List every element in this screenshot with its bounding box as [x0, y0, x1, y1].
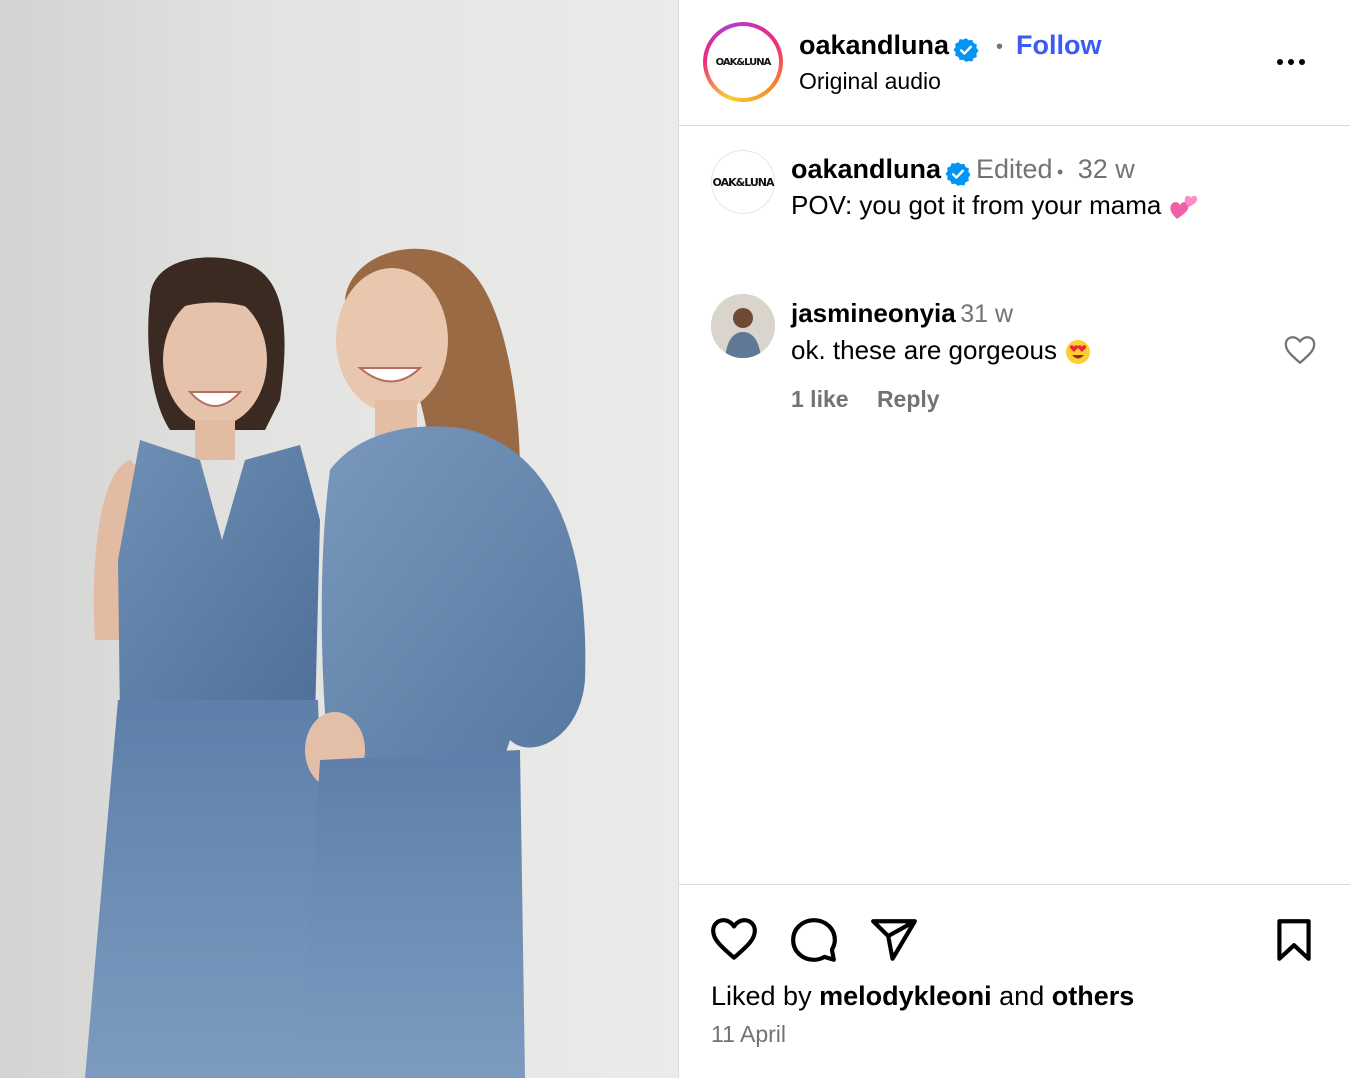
header-username[interactable]: oakandluna [799, 30, 949, 60]
comment-actions: 1 like Reply [791, 386, 962, 413]
comment-username[interactable]: jasmineonyia [791, 298, 956, 328]
caption-avatar-logo-text: OAK&LUNA [712, 175, 775, 189]
comment-timestamp[interactable]: 31 w [960, 300, 1013, 328]
verified-badge-icon [953, 37, 980, 62]
liked-by-prefix: Liked by [711, 981, 812, 1011]
two-hearts-emoji-icon [1169, 195, 1197, 220]
liked-by-username[interactable]: melodykleoni [819, 981, 992, 1011]
verified-badge-icon [945, 161, 972, 186]
save-bookmark-icon[interactable] [1269, 915, 1319, 965]
caption-avatar[interactable]: OAK&LUNA [711, 150, 775, 214]
post-header: OAK&LUNA oakandluna • Follow Original au… [679, 0, 1350, 126]
caption-timestamp[interactable]: 32 w [1078, 154, 1135, 184]
caption-separator: • [1056, 162, 1064, 182]
post-side-panel: OAK&LUNA oakandluna • Follow Original au… [678, 0, 1350, 1078]
caption-username[interactable]: oakandluna [791, 154, 941, 184]
caption-text-row: POV: you got it from your mama [791, 190, 1199, 221]
original-audio-link[interactable]: Original audio [799, 68, 941, 95]
comment-like-count[interactable]: 1 like [791, 386, 849, 412]
share-paper-plane-icon[interactable] [869, 915, 919, 965]
caption-header: oakandluna Edited • 32 w [791, 154, 1135, 187]
avatar: OAK&LUNA [714, 33, 772, 91]
caption-edited-label: Edited [975, 154, 1053, 184]
avatar-logo-text: OAK&LUNA [715, 56, 772, 68]
commenter-avatar[interactable] [711, 294, 775, 358]
post-footer: Liked by melodykleoni and others 11 Apri… [679, 884, 1350, 1078]
comment-bubble-icon[interactable] [789, 915, 839, 965]
like-heart-icon[interactable] [709, 915, 759, 965]
avatar-frame: OAK&LUNA [707, 26, 779, 98]
caption-text: POV: you got it from your mama [791, 190, 1162, 220]
header-user: oakandluna [799, 30, 980, 63]
liked-by-line: Liked by melodykleoni and others [711, 981, 1134, 1012]
comment-header: jasmineonyia 31 w [791, 298, 1013, 329]
liked-by-and: and [999, 981, 1045, 1011]
more-options-icon[interactable] [1273, 44, 1309, 80]
comment-reply-button[interactable]: Reply [877, 386, 940, 412]
post-media[interactable] [0, 0, 678, 1078]
header-separator: • [996, 36, 1004, 58]
commenter-photo [711, 294, 775, 358]
liked-by-others-link[interactable]: others [1052, 981, 1135, 1011]
comment-text-row: ok. these are gorgeous [791, 335, 1092, 366]
comment-like-heart-icon[interactable] [1283, 334, 1317, 366]
story-ring[interactable]: OAK&LUNA [703, 22, 783, 102]
follow-button[interactable]: Follow [1016, 30, 1101, 61]
heart-eyes-emoji-icon [1066, 340, 1091, 365]
post-photo [85, 248, 586, 1078]
instagram-post-view: OAK&LUNA oakandluna • Follow Original au… [0, 0, 1350, 1078]
comment-text: ok. these are gorgeous [791, 335, 1057, 365]
post-date[interactable]: 11 April [711, 1021, 786, 1048]
